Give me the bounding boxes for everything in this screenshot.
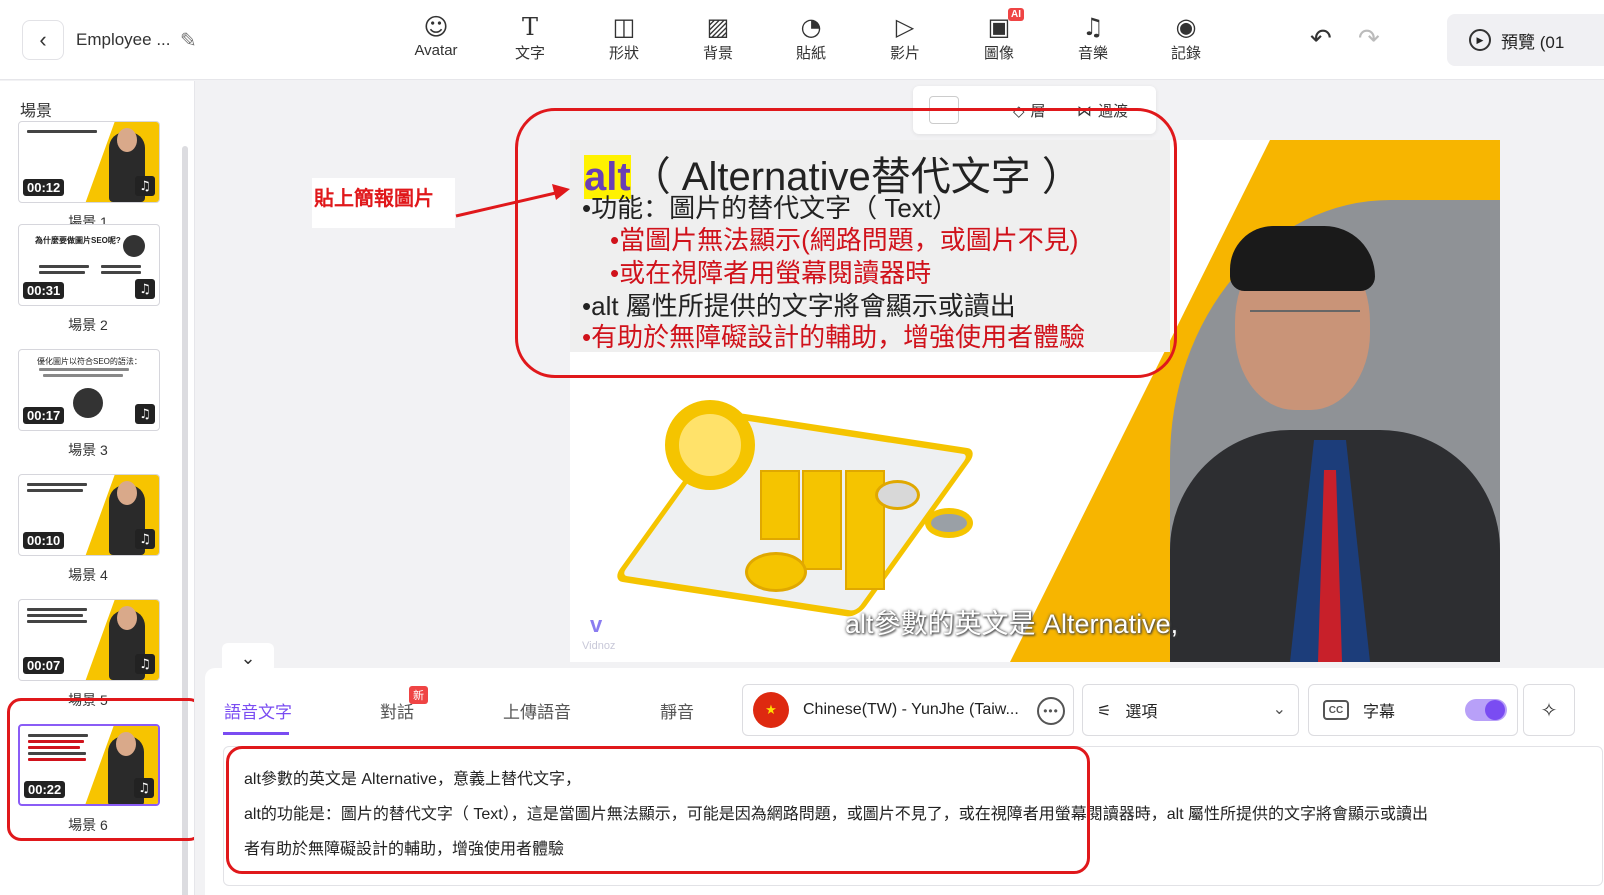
ai-badge: AI <box>1008 8 1024 21</box>
voice-select[interactable]: ★ Chinese(TW) - YunJhe (Taiw... ••• <box>742 684 1074 736</box>
more-options-icon[interactable]: ••• <box>1037 697 1065 725</box>
back-button[interactable]: ‹ <box>22 20 64 60</box>
annotation-arrow <box>455 184 570 218</box>
tool-record[interactable]: ◉ 記錄 <box>1151 12 1221 63</box>
active-tab-indicator <box>223 732 289 735</box>
text-icon: T <box>521 13 538 41</box>
annotation-box-script <box>226 746 1090 874</box>
scene-duration: 00:10 <box>23 532 65 549</box>
tool-background[interactable]: ▨ 背景 <box>683 12 753 63</box>
music-note-icon: ♫ <box>135 404 155 424</box>
scene-panel-title: 場景 <box>20 103 53 120</box>
tool-avatar[interactable]: ☺ Avatar <box>401 12 471 59</box>
music-note-icon: ♫ <box>135 279 155 299</box>
tool-music[interactable]: ♫ 音樂 <box>1058 12 1128 63</box>
magnifier-illustration <box>665 400 755 490</box>
scene-item[interactable]: 00:07 ♫ 場景 5 <box>18 599 160 710</box>
scene-duration: 00:31 <box>23 282 65 299</box>
scene-thumbnail[interactable]: 優化圖片以符合SEO的語法： 00:17 ♫ <box>18 349 160 431</box>
tool-video[interactable]: ▷ 影片 <box>870 12 940 63</box>
tab-voice-text[interactable]: 語音文字 <box>224 698 292 723</box>
project-title[interactable]: Employee ... <box>76 30 171 50</box>
tab-upload-audio[interactable]: 上傳語音 <box>503 698 571 723</box>
presenter-hair <box>1230 226 1375 291</box>
tab-mute[interactable]: 靜音 <box>660 698 694 723</box>
bar-illustration <box>760 470 800 540</box>
tool-shapes[interactable]: ◫ 形狀 <box>589 12 659 63</box>
tool-text[interactable]: T 文字 <box>495 12 565 63</box>
presenter-glasses <box>1250 310 1360 332</box>
new-badge: 新 <box>409 686 428 704</box>
redo-icon[interactable]: ↷ <box>1358 24 1380 54</box>
undo-icon[interactable]: ↶ <box>1310 24 1332 54</box>
scene-item[interactable]: 優化圖片以符合SEO的語法： 00:17 ♫ 場景 3 <box>18 349 160 460</box>
play-icon: ▶ <box>1469 29 1491 51</box>
annotation-circle-scene <box>7 698 194 841</box>
music-note-icon: ♫ <box>135 654 155 674</box>
sticker-icon: ◔ <box>800 13 822 41</box>
pencil-icon[interactable]: ✎ <box>180 28 197 53</box>
scene-item[interactable]: 為什麼要做圖片SEO呢? 00:31 ♫ 場景 2 <box>18 224 160 335</box>
coin-illustration <box>745 552 807 592</box>
scene-name: 場景 4 <box>68 567 108 583</box>
chevron-down-icon: ⌄ <box>1272 699 1286 718</box>
background-icon: ▨ <box>706 13 730 41</box>
music-note-icon: ♫ <box>135 176 155 196</box>
chevron-down-icon: ⌄ <box>240 647 256 669</box>
scene-name: 場景 3 <box>68 442 108 458</box>
magic-wand-button[interactable]: ✧ <box>1523 684 1575 736</box>
scene-thumbnail[interactable]: 00:10 ♫ <box>18 474 160 556</box>
tool-sticker[interactable]: ◔ 貼紙 <box>776 12 846 63</box>
disc-illustration <box>925 508 973 538</box>
sliders-icon: ⚟ <box>1097 700 1112 720</box>
scene-thumbnail[interactable]: 00:07 ♫ <box>18 599 160 681</box>
scene-name: 場景 2 <box>68 317 108 333</box>
vidnoz-logo: v <box>590 612 603 637</box>
scene-thumbnail[interactable]: 為什麼要做圖片SEO呢? 00:31 ♫ <box>18 224 160 306</box>
annotation-label: 貼上簡報圖片 <box>314 188 434 210</box>
subtitle-toggle-group: CC 字幕 <box>1308 684 1518 736</box>
scene-item[interactable]: 00:10 ♫ 場景 4 <box>18 474 160 585</box>
avatar-icon: ☺ <box>423 13 449 41</box>
music-note-icon: ♫ <box>135 529 155 549</box>
china-flag-icon: ★ <box>753 692 789 728</box>
video-icon: ▷ <box>895 13 915 41</box>
record-icon: ◉ <box>1175 13 1197 41</box>
pie-illustration <box>875 480 920 510</box>
slide-subtitle: alt參數的英文是 Alternative, <box>845 609 1179 639</box>
shapes-icon: ◫ <box>612 13 636 41</box>
cc-icon: CC <box>1323 700 1349 720</box>
bar-illustration <box>802 470 842 570</box>
subtitle-toggle[interactable] <box>1465 699 1507 721</box>
scene-duration: 00:12 <box>23 179 65 196</box>
vidnoz-watermark: Vidnoz <box>582 640 616 652</box>
preview-button[interactable]: ▶ 預覽 (01 <box>1447 14 1604 66</box>
scene-duration: 00:07 <box>23 657 65 674</box>
scene-duration: 00:17 <box>23 407 65 424</box>
scene-item[interactable]: 00:12 ♫ 場景 1 <box>18 121 160 232</box>
tool-image[interactable]: ▣ AI 圖像 <box>964 8 1034 63</box>
annotation-box-slide <box>515 108 1177 378</box>
options-dropdown[interactable]: ⚟ 選項 ⌄ <box>1082 684 1299 736</box>
scene-thumbnail[interactable]: 00:12 ♫ <box>18 121 160 203</box>
magic-wand-icon: ✧ <box>1540 698 1558 722</box>
top-toolbar: ‹ Employee ... ✎ ☺ Avatar T 文字 ◫ 形狀 ▨ 背景… <box>0 0 1604 80</box>
scene-panel: 場景 00:12 ♫ 場景 1 為什麼要做圖片SEO呢? 00:31 ♫ 場景 … <box>0 81 195 895</box>
chevron-left-icon: ‹ <box>39 27 47 52</box>
music-icon: ♫ <box>1082 13 1104 41</box>
